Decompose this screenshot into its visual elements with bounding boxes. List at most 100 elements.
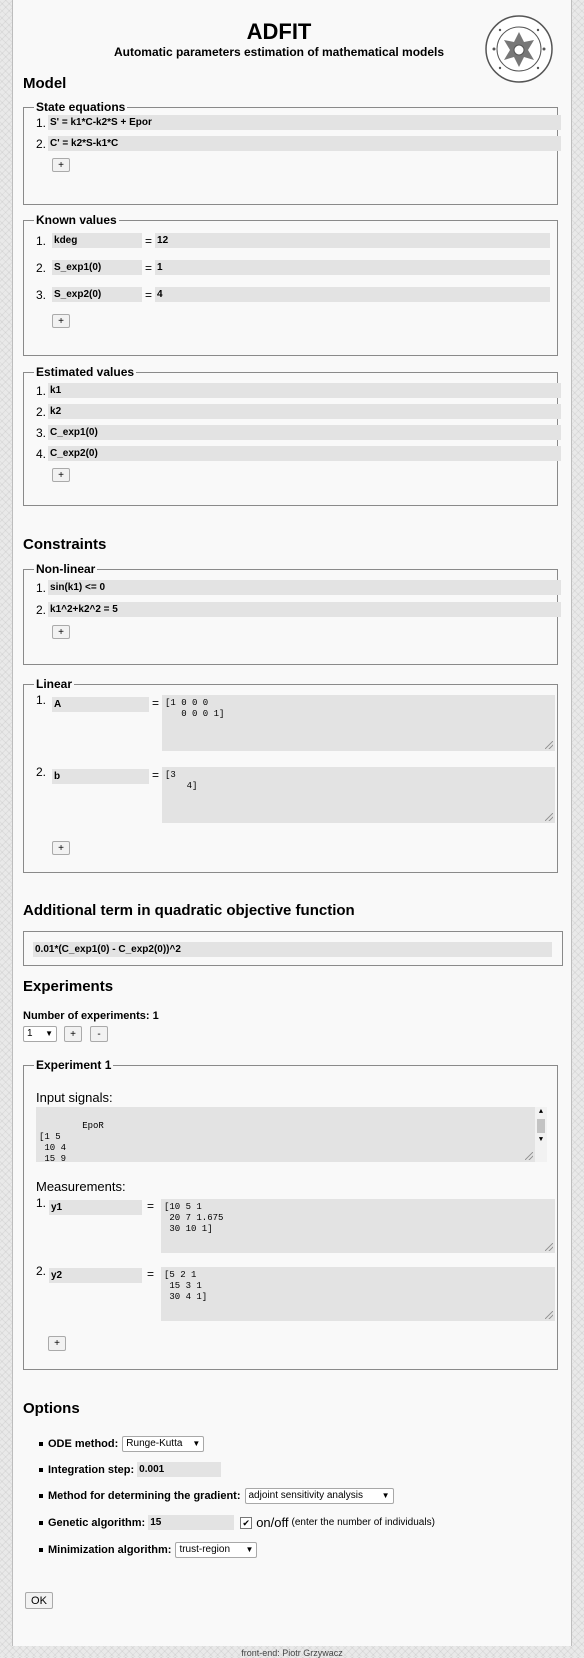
experiment-legend: Experiment 1 bbox=[36, 1058, 112, 1072]
experiments-heading: Experiments bbox=[23, 978, 114, 995]
genetic-toggle-checkbox[interactable]: ✔ bbox=[240, 1516, 253, 1529]
scroll-thumb[interactable] bbox=[537, 1119, 545, 1133]
known-value-input[interactable]: 1 bbox=[155, 260, 551, 275]
nonlinear-constraint-input[interactable]: sin(k1) <= 0 bbox=[48, 580, 562, 595]
constraints-heading: Constraints bbox=[23, 536, 107, 553]
minimization-select[interactable]: trust-region ▼ bbox=[175, 1542, 258, 1558]
experiment-1-section: Experiment 1 Input signals: EpoR [1 5 10… bbox=[23, 1059, 558, 1370]
remove-experiment-button[interactable]: - bbox=[90, 1026, 108, 1042]
options-heading: Options bbox=[23, 1400, 80, 1417]
linear-matrix-name-input[interactable]: A bbox=[52, 697, 149, 712]
add-experiment-button[interactable]: + bbox=[64, 1026, 82, 1042]
gradient-method-select[interactable]: adjoint sensitivity analysis ▼ bbox=[244, 1488, 394, 1504]
scroll-down-icon[interactable]: ▼ bbox=[535, 1135, 547, 1146]
genetic-algorithm-input[interactable]: 15 bbox=[148, 1515, 235, 1530]
add-estimated-value-button[interactable]: + bbox=[52, 468, 70, 482]
integration-step-input[interactable]: 0.001 bbox=[137, 1462, 222, 1477]
known-value-input[interactable]: 12 bbox=[155, 233, 551, 248]
add-known-value-button[interactable]: + bbox=[52, 314, 70, 328]
bullet-icon bbox=[39, 1548, 43, 1552]
ode-method-select[interactable]: Runge-Kutta ▼ bbox=[122, 1436, 205, 1452]
equals-sign: = bbox=[145, 260, 153, 275]
estimated-value-input[interactable]: k1 bbox=[48, 383, 562, 398]
linear-matrix-textarea[interactable]: [1 0 0 0 0 0 0 1] bbox=[162, 695, 555, 751]
option-genetic-algorithm: Genetic algorithm: 15 ✔ on/off (enter th… bbox=[39, 1515, 435, 1530]
row-number: 2. bbox=[36, 765, 47, 779]
dropdown-arrow-icon: ▼ bbox=[192, 1439, 201, 1448]
estimated-value-input[interactable]: k2 bbox=[48, 404, 562, 419]
measurement-name-input[interactable]: y2 bbox=[49, 1268, 142, 1283]
option-gradient-method: Method for determining the gradient: adj… bbox=[39, 1488, 394, 1504]
known-value-name-input[interactable]: S_exp2(0) bbox=[52, 287, 143, 302]
bullet-icon bbox=[39, 1442, 43, 1446]
estimated-values-section: Estimated values 1. k1 2. k2 3. C_exp1(0… bbox=[23, 365, 562, 506]
select-value: adjoint sensitivity analysis bbox=[248, 1490, 364, 1501]
measurement-name-input[interactable]: y1 bbox=[49, 1200, 142, 1215]
objective-term-input[interactable]: 0.01*(C_exp1(0) - C_exp2(0))^2 bbox=[33, 942, 552, 957]
known-value-name-input[interactable]: kdeg bbox=[52, 233, 143, 248]
objective-box: 0.01*(C_exp1(0) - C_exp2(0))^2 bbox=[23, 931, 563, 966]
nonlinear-constraints-section: Non-linear 1. sin(k1) <= 0 2. k1^2+k2^2 … bbox=[23, 563, 562, 665]
estimated-value-input[interactable]: C_exp1(0) bbox=[48, 425, 562, 440]
row-number: 2. bbox=[36, 404, 47, 419]
option-minimization-algorithm: Minimization algorithm: trust-region ▼ bbox=[39, 1542, 258, 1558]
dropdown-arrow-icon: ▼ bbox=[45, 1029, 53, 1038]
linear-vector-name-input[interactable]: b bbox=[52, 769, 149, 784]
add-nonlinear-constraint-button[interactable]: + bbox=[52, 625, 70, 639]
bullet-icon bbox=[39, 1468, 43, 1472]
resize-grip-icon[interactable] bbox=[545, 741, 553, 749]
known-values-section: Known values 1. kdeg = 12 2. S_exp1(0) =… bbox=[23, 214, 558, 356]
objective-heading: Additional term in quadratic objective f… bbox=[23, 902, 355, 919]
resize-grip-icon[interactable] bbox=[545, 1243, 553, 1251]
textarea-content: EpoR [1 5 10 4 15 9 bbox=[39, 1121, 104, 1162]
option-ode-method: ODE method: Runge-Kutta ▼ bbox=[39, 1436, 205, 1452]
row-number: 1. bbox=[36, 115, 47, 130]
state-equation-row: 1. S' = k1*C-k2*S + Epor bbox=[36, 115, 562, 130]
state-equation-input-1[interactable]: S' = k1*C-k2*S + Epor bbox=[48, 115, 562, 130]
input-signals-textarea[interactable]: EpoR [1 5 10 4 15 9 ▲ ▼ bbox=[36, 1107, 547, 1162]
known-value-name-input[interactable]: S_exp1(0) bbox=[52, 260, 143, 275]
estimated-value-input[interactable]: C_exp2(0) bbox=[48, 446, 562, 461]
select-value: 1 bbox=[27, 1028, 33, 1039]
add-linear-constraint-button[interactable]: + bbox=[52, 841, 70, 855]
known-value-input[interactable]: 4 bbox=[155, 287, 551, 302]
row-number: 1. bbox=[36, 233, 47, 248]
row-number: 3. bbox=[36, 287, 47, 302]
known-values-legend: Known values bbox=[36, 213, 117, 227]
add-measurement-button[interactable]: + bbox=[48, 1336, 66, 1351]
resize-grip-icon[interactable] bbox=[545, 813, 553, 821]
estimated-value-row: 2. k2 bbox=[36, 404, 562, 419]
linear-vector-textarea[interactable]: [3 4] bbox=[162, 767, 555, 823]
estimated-values-legend: Estimated values bbox=[36, 365, 135, 379]
known-value-row: 1. kdeg = 12 bbox=[36, 233, 551, 248]
state-equations-section: State equations 1. S' = k1*C-k2*S + Epor… bbox=[23, 100, 562, 205]
resize-grip-icon[interactable] bbox=[545, 1311, 553, 1319]
dropdown-arrow-icon: ▼ bbox=[381, 1491, 390, 1500]
known-value-row: 2. S_exp1(0) = 1 bbox=[36, 260, 551, 275]
resize-grip-icon[interactable] bbox=[525, 1152, 533, 1160]
row-number: 2. bbox=[36, 602, 47, 617]
bullet-icon bbox=[39, 1494, 43, 1498]
minimization-label: Minimization algorithm: bbox=[48, 1544, 172, 1556]
measurement-textarea[interactable]: [5 2 1 15 3 1 30 4 1] bbox=[161, 1267, 555, 1321]
estimated-value-row: 1. k1 bbox=[36, 383, 562, 398]
nonlinear-constraint-input[interactable]: k1^2+k2^2 = 5 bbox=[48, 602, 562, 617]
bullet-icon bbox=[39, 1521, 43, 1525]
model-heading: Model bbox=[23, 75, 67, 92]
estimated-value-row: 3. C_exp1(0) bbox=[36, 425, 562, 440]
state-equations-legend: State equations bbox=[36, 100, 126, 114]
row-number: 4. bbox=[36, 446, 47, 461]
state-equation-input-2[interactable]: C' = k2*S-k1*C bbox=[48, 136, 562, 151]
row-number: 1. bbox=[36, 383, 47, 398]
measurements-label: Measurements: bbox=[36, 1179, 126, 1194]
measurement-textarea[interactable]: [10 5 1 20 7 1.675 30 10 1] bbox=[161, 1199, 555, 1253]
experiments-count-select[interactable]: 1 ▼ bbox=[23, 1026, 57, 1042]
scrollbar[interactable]: ▲ ▼ bbox=[535, 1107, 547, 1162]
scroll-up-icon[interactable]: ▲ bbox=[535, 1107, 547, 1118]
add-state-equation-button[interactable]: + bbox=[52, 158, 70, 172]
dropdown-arrow-icon: ▼ bbox=[245, 1545, 254, 1554]
row-number: 2. bbox=[36, 136, 47, 151]
option-integration-step: Integration step: 0.001 bbox=[39, 1462, 222, 1477]
ok-button[interactable]: OK bbox=[25, 1592, 53, 1609]
linear-constraints-section: Linear 1. A = [1 0 0 0 0 0 0 1] 2. b = [… bbox=[23, 678, 558, 873]
